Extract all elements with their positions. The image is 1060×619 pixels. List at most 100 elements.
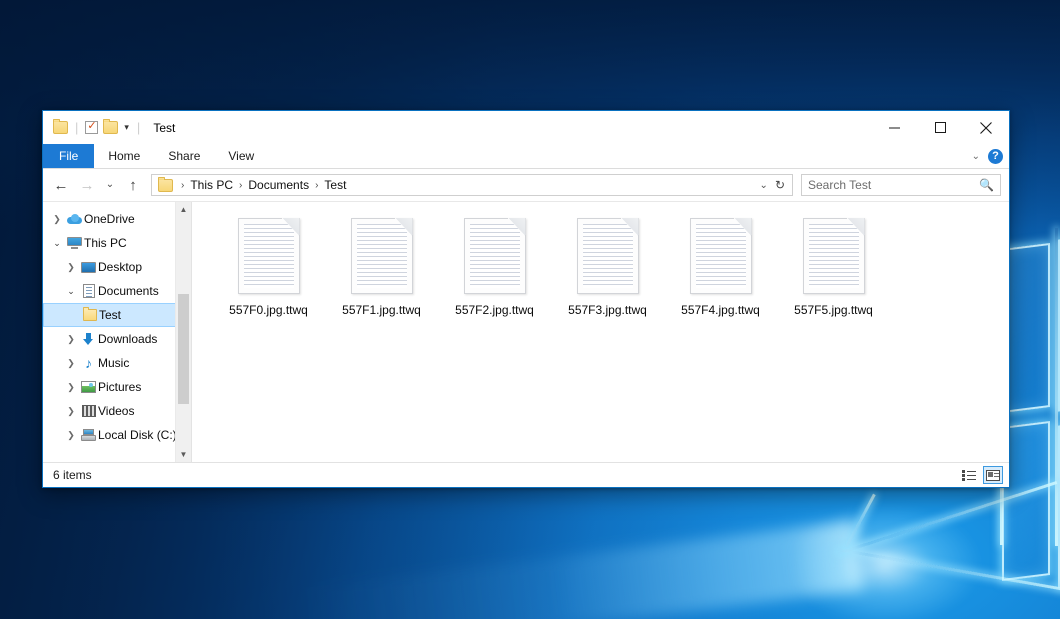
file-name-label: 557F0.jpg.ttwq <box>229 303 308 317</box>
back-button[interactable]: ← <box>49 173 73 197</box>
search-box[interactable]: Search Test 🔍 <box>801 174 1001 196</box>
details-view-icon[interactable] <box>959 466 979 484</box>
quick-access-toolbar: | ▾ | Test <box>43 120 175 135</box>
ribbon-tab-bar: File Home Share View ⌄ ? <box>43 144 1009 169</box>
status-bar: 6 items <box>43 462 1009 487</box>
breadcrumb[interactable]: › This PC › Documents › Test ⌄ ↻ <box>151 174 793 196</box>
desktop-background: | ▾ | Test File Home <box>0 0 1060 619</box>
minimize-icon[interactable] <box>871 111 917 144</box>
disk-icon <box>79 429 98 441</box>
chevron-right-icon[interactable]: ❯ <box>63 406 79 417</box>
list-item[interactable]: 557F2.jpg.ttwq <box>438 214 551 317</box>
large-icons-view-icon[interactable] <box>983 466 1003 484</box>
chevron-down-icon[interactable]: ⌄ <box>760 180 768 191</box>
sidebar-item-label: Downloads <box>98 332 157 346</box>
chevron-up-icon[interactable]: ▲ <box>176 202 191 217</box>
search-input[interactable]: Search Test <box>808 178 979 192</box>
sidebar-item-onedrive[interactable]: ❯ OneDrive <box>43 207 191 231</box>
folder-icon[interactable] <box>53 121 68 134</box>
chevron-right-icon[interactable]: ❯ <box>49 214 65 225</box>
sidebar-item-test[interactable]: Test <box>43 303 190 327</box>
view-mode-buttons <box>959 466 1003 484</box>
desktop-icon <box>79 262 98 273</box>
sidebar-item-label: Pictures <box>98 380 141 394</box>
breadcrumb-separator[interactable]: › <box>311 180 322 191</box>
title-bar: | ▾ | Test <box>43 111 1009 144</box>
breadcrumb-item-this-pc[interactable]: This PC <box>188 178 235 192</box>
sidebar-item-desktop[interactable]: ❯ Desktop <box>43 255 191 279</box>
generic-file-icon <box>351 218 413 294</box>
chevron-down-icon[interactable]: ⌄ <box>972 151 980 162</box>
document-icon <box>79 284 98 298</box>
breadcrumb-item-documents[interactable]: Documents <box>246 178 311 192</box>
up-button[interactable]: ↑ <box>121 173 145 197</box>
scrollbar-thumb[interactable] <box>178 294 189 404</box>
tab-file[interactable]: File <box>43 144 94 168</box>
generic-file-icon <box>690 218 752 294</box>
chevron-down-icon[interactable]: ▼ <box>176 447 191 462</box>
file-explorer-window: | ▾ | Test File Home <box>42 110 1010 488</box>
file-list-pane[interactable]: 557F0.jpg.ttwq 557F1.jpg.ttwq <box>192 202 1009 462</box>
chevron-right-icon[interactable]: ❯ <box>63 430 79 441</box>
sidebar-item-videos[interactable]: ❯ Videos <box>43 399 191 423</box>
search-icon[interactable]: 🔍 <box>979 178 994 192</box>
explorer-body: ❯ OneDrive ⌄ This PC ❯ Desktop ⌄ <box>43 202 1009 462</box>
chevron-right-icon[interactable]: ❯ <box>63 382 79 393</box>
forward-button[interactable]: → <box>75 173 99 197</box>
new-folder-icon[interactable] <box>103 121 118 134</box>
chevron-right-icon[interactable]: ❯ <box>63 358 79 369</box>
tab-share[interactable]: Share <box>154 144 214 168</box>
list-item[interactable]: 557F4.jpg.ttwq <box>664 214 777 317</box>
file-name-label: 557F5.jpg.ttwq <box>794 303 873 317</box>
breadcrumb-separator[interactable]: › <box>235 180 246 191</box>
generic-file-icon <box>577 218 639 294</box>
music-icon: ♪ <box>79 357 98 370</box>
tab-home[interactable]: Home <box>94 144 154 168</box>
sidebar-item-local-disk-c[interactable]: ❯ Local Disk (C:) <box>43 423 191 447</box>
help-icon[interactable]: ? <box>988 149 1003 164</box>
window-controls <box>871 111 1009 144</box>
qat-separator-2: | <box>137 120 140 135</box>
window-title: Test <box>153 121 175 135</box>
pictures-icon <box>79 381 98 393</box>
list-item[interactable]: 557F1.jpg.ttwq <box>325 214 438 317</box>
sidebar-item-music[interactable]: ❯ ♪ Music <box>43 351 191 375</box>
sidebar-item-label: Videos <box>98 404 134 418</box>
list-item[interactable]: 557F3.jpg.ttwq <box>551 214 664 317</box>
file-name-label: 557F4.jpg.ttwq <box>681 303 760 317</box>
properties-checkbox-icon[interactable] <box>85 121 98 134</box>
maximize-icon[interactable] <box>917 111 963 144</box>
folder-icon <box>80 309 99 321</box>
close-icon[interactable] <box>963 111 1009 144</box>
sidebar-item-documents[interactable]: ⌄ Documents <box>43 279 191 303</box>
list-item[interactable]: 557F0.jpg.ttwq <box>212 214 325 317</box>
file-name-label: 557F2.jpg.ttwq <box>455 303 534 317</box>
wallpaper-focal-glow <box>790 505 980 619</box>
chevron-down-icon[interactable]: ⌄ <box>63 286 79 297</box>
qat-separator-1: | <box>75 120 78 135</box>
sidebar-item-label: Documents <box>98 284 159 298</box>
chevron-right-icon[interactable]: ❯ <box>63 334 79 345</box>
chevron-right-icon[interactable]: ❯ <box>63 262 79 273</box>
ribbon-right-controls: ⌄ ? <box>972 144 1003 168</box>
cloud-icon <box>65 214 84 224</box>
sidebar-item-pictures[interactable]: ❯ Pictures <box>43 375 191 399</box>
recent-locations-button[interactable]: ⌄ <box>101 173 119 197</box>
breadcrumb-folder-icon <box>158 179 173 192</box>
breadcrumb-item-test[interactable]: Test <box>322 178 348 192</box>
chevron-down-icon[interactable]: ⌄ <box>49 238 65 249</box>
sidebar-item-downloads[interactable]: ❯ Downloads <box>43 327 191 351</box>
list-item[interactable]: 557F5.jpg.ttwq <box>777 214 890 317</box>
sidebar-scrollbar[interactable]: ▲ ▼ <box>175 202 191 462</box>
generic-file-icon <box>238 218 300 294</box>
chevron-down-icon[interactable]: ▾ <box>123 123 130 132</box>
generic-file-icon <box>464 218 526 294</box>
sidebar-item-label: OneDrive <box>84 212 135 226</box>
tab-view[interactable]: View <box>214 144 268 168</box>
sidebar-item-this-pc[interactable]: ⌄ This PC <box>43 231 191 255</box>
address-bar: ← → ⌄ ↑ › This PC › Documents › Test ⌄ ↻… <box>43 169 1009 202</box>
sidebar-item-label: Music <box>98 356 129 370</box>
file-name-label: 557F3.jpg.ttwq <box>568 303 647 317</box>
refresh-icon[interactable]: ↻ <box>775 178 785 192</box>
computer-icon <box>65 237 84 249</box>
